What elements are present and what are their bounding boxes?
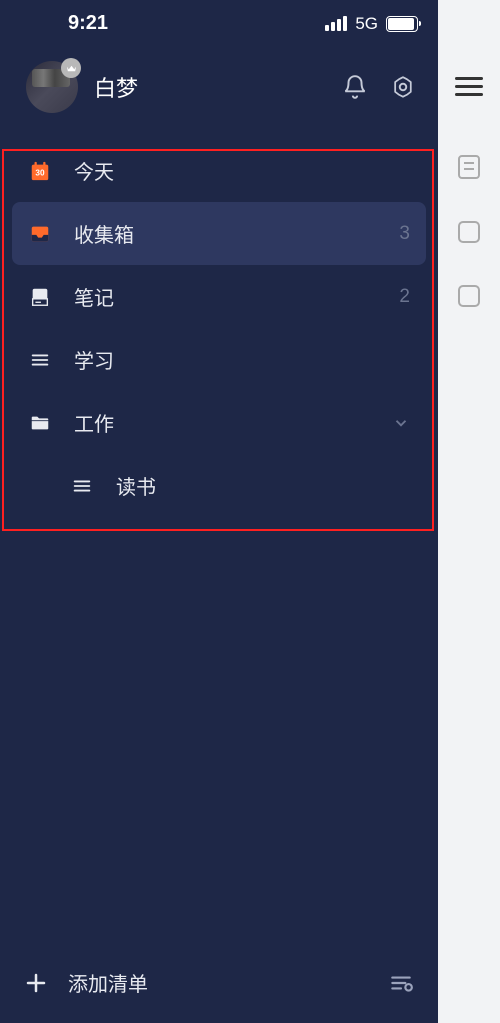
bell-icon[interactable] [342,74,368,100]
crown-badge-icon [61,58,81,78]
nav-work[interactable]: 工作 [12,391,426,454]
plus-icon[interactable] [24,971,48,995]
status-bar: 9:21 5G [0,0,438,43]
nav-reading[interactable]: 读书 [12,454,426,517]
nav-label: 工作 [74,408,392,437]
checkbox-icon [458,285,480,307]
task-item[interactable] [458,221,480,243]
nav-label: 读书 [116,471,410,500]
nav-count: 2 [399,286,410,308]
gear-icon[interactable] [390,74,416,100]
status-time: 9:21 [68,12,108,35]
svg-text:30: 30 [35,168,45,177]
sort-settings-icon[interactable] [388,970,414,996]
note-icon [28,285,52,309]
hamburger-icon[interactable] [455,72,483,101]
folder-icon [28,411,52,435]
sidebar: 9:21 5G 白梦 [0,0,438,1023]
note-item-icon [458,155,480,179]
chevron-down-icon [392,414,410,432]
nav-label: 笔记 [74,282,399,311]
nav-inbox[interactable]: 收集箱 3 [12,202,426,265]
inbox-icon [28,222,52,246]
main-panel-peek [438,0,500,1023]
header-actions [342,74,416,100]
nav-count: 3 [399,223,410,245]
network-label: 5G [355,14,378,34]
nav-study[interactable]: 学习 [12,328,426,391]
signal-icon [325,16,347,31]
task-item[interactable] [458,155,480,179]
list-icon [70,474,94,498]
list-icon [28,348,52,372]
battery-icon [386,16,418,32]
user-header[interactable]: 白梦 [0,43,438,131]
status-icons: 5G [325,14,418,34]
add-list-button[interactable]: 添加清单 [68,968,388,997]
nav-notes[interactable]: 笔记 2 [12,265,426,328]
checkbox-icon [458,221,480,243]
nav-label: 今天 [74,156,410,185]
task-item[interactable] [458,285,480,307]
avatar-container [26,61,78,113]
nav-label: 学习 [74,345,410,374]
bottom-bar: 添加清单 [0,952,438,1023]
nav-label: 收集箱 [74,219,399,248]
username: 白梦 [94,71,138,103]
calendar-icon: 30 [28,159,52,183]
nav-list: 30 今天 收集箱 3 [0,131,438,952]
nav-today[interactable]: 30 今天 [12,139,426,202]
